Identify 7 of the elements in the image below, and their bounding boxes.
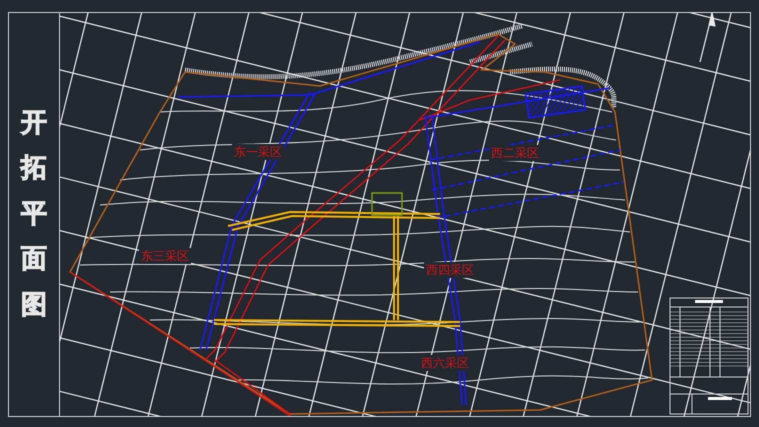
zone-label: 西四采区 xyxy=(424,262,476,278)
zone-label: 东三采区 xyxy=(139,248,191,264)
zone-label: 东一采区 xyxy=(232,144,284,160)
zone-label: 西二采区 xyxy=(489,145,541,161)
zone-label: 西六采区 xyxy=(419,355,471,371)
drawing-title: 开拓平面图 xyxy=(21,106,47,322)
shaft-marker xyxy=(371,192,403,216)
